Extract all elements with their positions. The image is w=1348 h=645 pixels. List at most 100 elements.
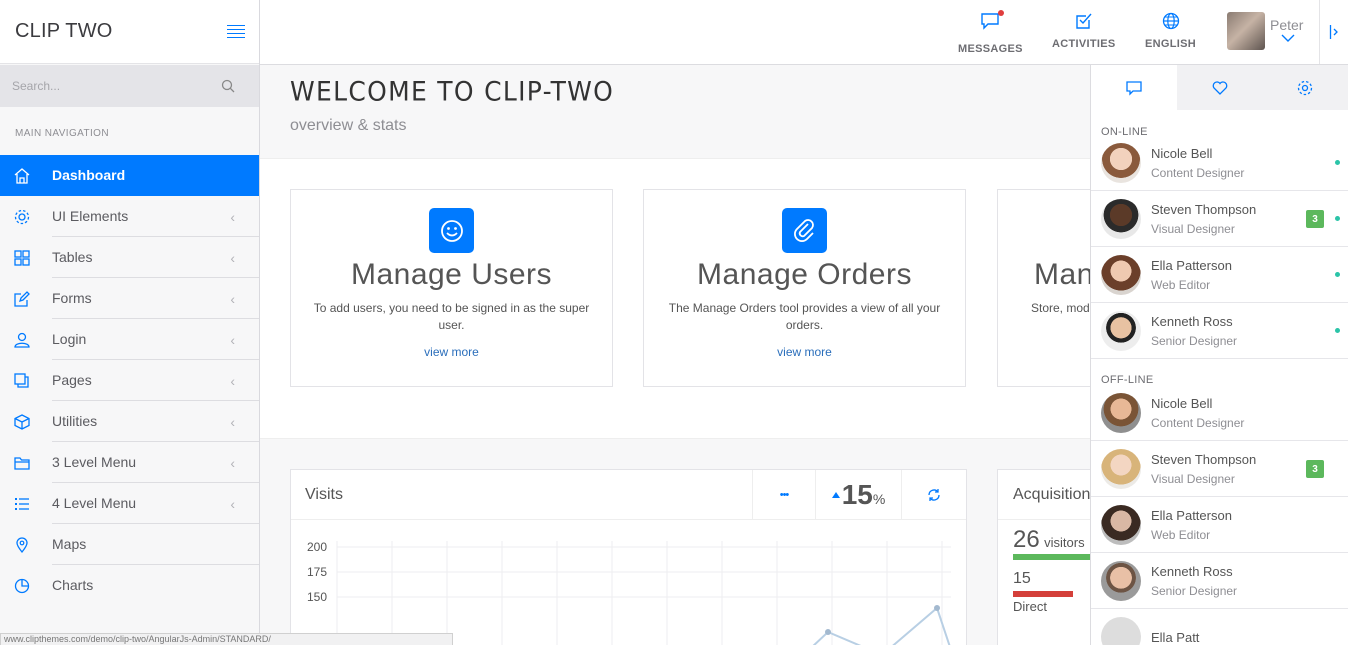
view-more-link[interactable]: view more — [644, 345, 965, 359]
tab-favorites[interactable] — [1177, 65, 1263, 110]
contact-role: Content Designer — [1151, 415, 1245, 430]
sidebar-item-charts[interactable]: Charts — [0, 565, 259, 606]
sidebar-item-maps[interactable]: Maps — [0, 524, 259, 565]
sidebar-item-login[interactable]: Login ‹ — [0, 319, 259, 360]
contact-role: Visual Designer — [1151, 471, 1235, 486]
contact-name: Kenneth Ross — [1151, 563, 1233, 579]
menu-toggle-icon[interactable] — [227, 24, 245, 39]
avatar — [1101, 254, 1141, 295]
sidebar-item-pages[interactable]: Pages ‹ — [0, 360, 259, 401]
view-more-link[interactable]: view more — [291, 345, 612, 359]
contact-name: Steven Thompson — [1151, 201, 1257, 217]
tab-chat[interactable] — [1091, 65, 1177, 110]
triangle-up-icon — [831, 492, 840, 498]
browser-status-bar: www.clipthemes.com/demo/clip-two/Angular… — [0, 633, 453, 645]
avatar — [1101, 560, 1141, 601]
card-text: The Manage Orders tool provides a view o… — [668, 301, 941, 332]
chevron-left-icon: ‹ — [230, 332, 235, 348]
data-point[interactable] — [934, 605, 940, 611]
card-title: Manage Orders — [697, 258, 912, 291]
language-button[interactable]: ENGLISH — [1145, 12, 1196, 50]
sidebar-item-ui-elements[interactable]: UI Elements ‹ — [0, 196, 259, 237]
chevron-left-icon: ‹ — [230, 414, 235, 430]
offline-users-list: Nicole Bell Content Designer Steven Thomp… — [1091, 385, 1348, 645]
tab-settings[interactable] — [1262, 65, 1348, 110]
contact-name: Nicole Bell — [1151, 145, 1213, 161]
sidebar-item-label: Login — [52, 319, 259, 360]
pages-icon — [14, 372, 29, 388]
online-status-dot — [1335, 160, 1340, 165]
visits-chart: 200 175 150 — [307, 540, 951, 645]
sidebar-item-label: Pages — [52, 360, 259, 401]
contact-role: Senior Designer — [1151, 583, 1238, 598]
gear-icon — [14, 209, 30, 224]
list-item[interactable]: Ella Patterson Web Editor — [1091, 247, 1348, 303]
activities-button[interactable]: ACTIVITIES — [1052, 12, 1116, 50]
card-text: Store, mod — [1031, 301, 1090, 315]
search-icon[interactable] — [221, 79, 235, 93]
visitors-bar — [1013, 554, 1091, 560]
visitors-count: 26 — [1013, 526, 1040, 553]
chat-icon — [1126, 80, 1142, 96]
list-item[interactable]: Ella Patterson Web Editor — [1091, 497, 1348, 553]
y-tick-label: 175 — [307, 565, 327, 579]
sidebar-search — [0, 65, 259, 107]
contact-role: Web Editor — [1151, 277, 1211, 292]
list-item[interactable]: Kenneth Ross Senior Designer — [1091, 553, 1348, 609]
more-icon: ••• — [779, 489, 790, 501]
online-status-dot — [1335, 328, 1340, 333]
messages-button[interactable]: MESSAGES — [958, 10, 1023, 55]
contact-name: Steven Thompson — [1151, 451, 1257, 467]
list-item[interactable]: Ella Patt — [1091, 609, 1348, 645]
cube-icon — [14, 413, 30, 430]
avatar — [1227, 12, 1265, 50]
refresh-icon — [928, 489, 940, 501]
top-navbar: MESSAGES ACTIVITIES ENGLISH Peter — [260, 0, 1348, 65]
brand-logo[interactable]: CLIP TWO — [15, 20, 113, 43]
activities-label: ACTIVITIES — [1052, 38, 1116, 50]
page-subtitle: overview & stats — [290, 117, 407, 134]
sidebar-item-dashboard[interactable]: Dashboard — [0, 155, 259, 196]
list-item[interactable]: Steven Thompson Visual Designer 3 — [1091, 441, 1348, 497]
chevron-down-icon — [1281, 34, 1295, 42]
brand-header: CLIP TWO — [0, 0, 259, 64]
contact-role: Visual Designer — [1151, 221, 1235, 236]
visits-panel-header: Visits ••• 15% — [291, 470, 966, 520]
main-navigation: Dashboard UI Elements ‹ Tables ‹ Forms ‹… — [0, 155, 259, 606]
sidebar-item-3-level-menu[interactable]: 3 Level Menu ‹ — [0, 442, 259, 483]
user-menu[interactable]: Peter — [1227, 12, 1303, 50]
data-point[interactable] — [825, 629, 831, 635]
y-tick-label: 150 — [307, 590, 327, 604]
percent-sign: % — [872, 491, 886, 507]
list-item[interactable]: Steven Thompson Visual Designer 3 — [1091, 191, 1348, 247]
list-item[interactable]: Kenneth Ross Senior Designer — [1091, 303, 1348, 359]
chevron-left-icon: ‹ — [230, 373, 235, 389]
manage-orders-card: Manage Orders The Manage Orders tool pro… — [643, 189, 966, 387]
paperclip-icon — [782, 208, 827, 253]
unread-badge: 3 — [1306, 210, 1324, 228]
card-title: Man — [1034, 258, 1094, 291]
sidebar-right-toggle[interactable] — [1319, 0, 1348, 64]
user-icon — [14, 332, 30, 348]
visits-title: Visits — [305, 485, 343, 503]
direct-count: 15 — [1013, 570, 1031, 587]
more-options-button[interactable]: ••• — [752, 470, 815, 520]
home-icon — [14, 167, 30, 184]
list-item[interactable]: Nicole Bell Content Designer — [1091, 385, 1348, 441]
map-pin-icon — [16, 536, 28, 553]
feature-cards: Manage Users To add users, you need to b… — [260, 159, 1097, 439]
sidebar: CLIP TWO MAIN NAVIGATION Dashboard UI El… — [0, 0, 260, 645]
sidebar-item-tables[interactable]: Tables ‹ — [0, 237, 259, 278]
sidebar-item-utilities[interactable]: Utilities ‹ — [0, 401, 259, 442]
sidebar-item-forms[interactable]: Forms ‹ — [0, 278, 259, 319]
list-item[interactable]: Nicole Bell Content Designer — [1091, 135, 1348, 191]
contact-name: Ella Patterson — [1151, 507, 1232, 523]
globe-icon — [1162, 12, 1179, 30]
manage-users-card: Manage Users To add users, you need to b… — [290, 189, 613, 387]
heart-icon — [1212, 80, 1227, 95]
sidebar-item-4-level-menu[interactable]: 4 Level Menu ‹ — [0, 483, 259, 524]
card-text: To add users, you need to be signed in a… — [313, 301, 590, 332]
refresh-button[interactable] — [901, 470, 966, 520]
card-title: Manage Users — [350, 258, 553, 291]
search-input[interactable] — [12, 79, 192, 93]
